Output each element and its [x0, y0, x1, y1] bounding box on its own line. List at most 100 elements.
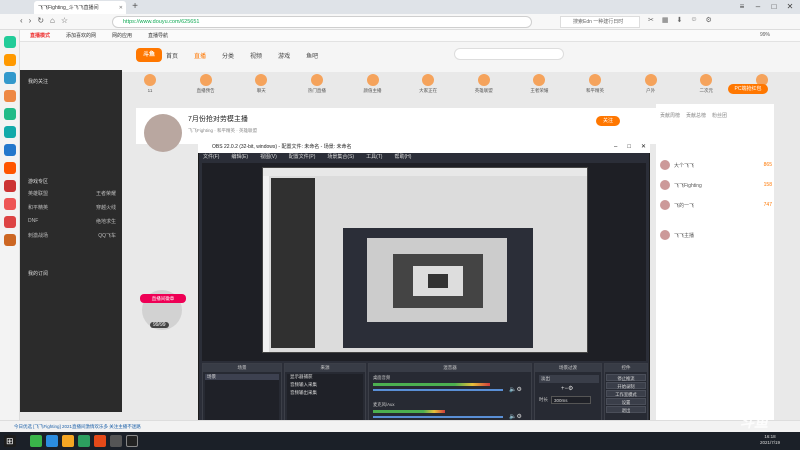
category-item[interactable]: 和平精英 — [581, 74, 609, 104]
tab-weekly[interactable]: 贡献周榜 — [660, 112, 680, 119]
maximize-icon[interactable]: □ — [766, 0, 782, 14]
taskbar-clock[interactable]: 16:18 2021/7/19 — [760, 434, 780, 446]
app-icon[interactable] — [46, 435, 58, 447]
bookmark-item[interactable]: 直播导航 — [148, 32, 168, 39]
settings-button[interactable]: 设置 — [606, 398, 646, 405]
scissors-icon[interactable]: ✂ — [648, 16, 654, 24]
sidebar-heading[interactable]: 我的订阅 — [28, 270, 48, 277]
app-icon[interactable] — [4, 90, 16, 102]
home-icon[interactable]: ⌂ — [50, 16, 55, 25]
nav-item[interactable]: 直播 — [194, 51, 206, 60]
streamer-avatar[interactable] — [144, 114, 182, 152]
duration-input[interactable]: 300ms — [551, 396, 591, 404]
follow-button[interactable]: 关注 — [596, 116, 620, 126]
settings-icon[interactable]: ⚙ — [706, 16, 712, 24]
category-item[interactable]: 大家正在 — [414, 74, 442, 104]
folder-icon[interactable] — [62, 435, 74, 447]
nav-item[interactable]: 游戏 — [278, 51, 290, 60]
app-icon[interactable] — [4, 216, 16, 228]
app-icon[interactable] — [4, 162, 16, 174]
app-icon[interactable] — [4, 234, 16, 246]
speaker-icon[interactable]: 🔈⚙ — [509, 413, 522, 420]
obs-preview-canvas[interactable] — [262, 167, 588, 353]
close-icon[interactable]: ✕ — [641, 142, 646, 153]
forward-icon[interactable]: › — [29, 16, 32, 25]
tab-fans[interactable]: 粉丝团 — [712, 112, 727, 119]
sidebar-item[interactable]: 刺激战场 — [28, 232, 48, 239]
nav-item[interactable]: 视频 — [250, 51, 262, 60]
transition-select[interactable]: 淡出 — [539, 375, 599, 383]
menu-item[interactable]: 编辑(E) — [231, 153, 248, 162]
app-icon[interactable] — [4, 108, 16, 120]
sidebar-item[interactable]: 王者荣耀 — [96, 190, 116, 197]
category-item[interactable]: 二次元 — [692, 74, 720, 104]
source-item[interactable]: 音频输入采集 — [290, 382, 317, 388]
douyu-logo[interactable]: 斗鱼 — [136, 48, 162, 62]
bookmark-item[interactable]: 直播模式 — [30, 32, 50, 39]
windows-start-icon[interactable]: ⊞ — [4, 435, 16, 447]
transition-toolbar[interactable]: +−⚙ — [561, 385, 573, 392]
browser-icon[interactable] — [78, 435, 90, 447]
sidebar-heading[interactable]: 我的关注 — [28, 78, 48, 85]
menu-item[interactable]: 工具(T) — [366, 153, 382, 162]
source-item[interactable]: 音频输出采集 — [290, 390, 317, 396]
menu-item[interactable]: 场景集合(S) — [327, 153, 354, 162]
sidebar-item[interactable]: 绝地求生 — [96, 218, 116, 225]
menu-item[interactable]: 配置文件(P) — [289, 153, 316, 162]
pc-red-packet-badge[interactable]: PC端抢红包 — [728, 84, 768, 94]
sidebar-item[interactable]: QQ飞车 — [98, 232, 116, 239]
sidebar-row[interactable]: DNF 绝地求生 — [28, 218, 116, 225]
app-icon[interactable] — [110, 435, 122, 447]
sidebar-row[interactable]: 英雄联盟 王者荣耀 — [28, 190, 116, 197]
new-tab-button[interactable]: + — [129, 1, 141, 13]
rank-row[interactable]: 飞飞Fighting 158 — [660, 178, 772, 192]
app-icon[interactable] — [4, 144, 16, 156]
sidebar-item[interactable]: 穿越火线 — [96, 204, 116, 211]
speaker-icon[interactable]: 🔈⚙ — [509, 386, 522, 393]
scene-item[interactable]: 场景 — [205, 374, 279, 380]
url-input[interactable]: https://www.douyu.com/625651 — [112, 16, 532, 28]
source-item[interactable]: 显示器捕获 — [290, 374, 313, 380]
minimize-icon[interactable]: – — [614, 142, 617, 153]
browser-tab[interactable]: 飞飞Fighting_斗飞飞直播间 ✕ — [34, 1, 126, 14]
stop-streaming-button[interactable]: 停止推流 — [606, 374, 646, 381]
scenes-list[interactable]: 场景 — [205, 374, 279, 422]
exit-button[interactable]: 退出 — [606, 406, 646, 413]
app-icon[interactable] — [4, 180, 16, 192]
star-icon[interactable]: ☆ — [61, 16, 68, 25]
minimize-icon[interactable]: – — [750, 0, 766, 14]
tab-total[interactable]: 贡献总榜 — [686, 112, 706, 119]
nav-item[interactable]: 首页 — [166, 51, 178, 60]
volume-slider[interactable] — [373, 416, 503, 418]
star-icon[interactable] — [4, 54, 16, 66]
sidebar-item[interactable]: DNF — [28, 218, 38, 225]
sidebar-row[interactable]: 和平精英 穿越火线 — [28, 204, 116, 211]
category-item[interactable]: 11 — [136, 74, 164, 104]
studio-mode-button[interactable]: 工作室模式 — [606, 390, 646, 397]
obs-title-bar[interactable]: OBS 22.0.2 (32-bit, windows) - 配置文件: 未命名… — [198, 142, 650, 153]
menu-item[interactable]: 文件(F) — [203, 153, 219, 162]
menu-icon[interactable]: ≡ — [734, 0, 750, 14]
nav-item[interactable]: 分类 — [222, 51, 234, 60]
browser-status-bar[interactable]: 今日优选 [飞飞Fighting] 2021直播间激情欢乐多 关注主播不迷路 — [0, 420, 800, 432]
rank-row[interactable]: 飞飞主播 — [660, 228, 772, 242]
sidebar-item[interactable]: 和平精英 — [28, 204, 48, 211]
category-item[interactable]: 王者荣耀 — [525, 74, 553, 104]
start-recording-button[interactable]: 开始录制 — [606, 382, 646, 389]
menu-item[interactable]: 帮助(H) — [394, 153, 411, 162]
app-icon[interactable] — [94, 435, 106, 447]
category-item[interactable]: 英雄联盟 — [470, 74, 498, 104]
sidebar-item[interactable]: 英雄联盟 — [28, 190, 48, 197]
sidebar-row[interactable]: 刺激战场 QQ飞车 — [28, 232, 116, 239]
category-item[interactable]: 直播预告 — [192, 74, 220, 104]
refresh-icon[interactable]: ↻ — [37, 16, 44, 25]
sidebar-heading[interactable]: 游戏专区 — [28, 178, 48, 185]
app-icon[interactable] — [4, 36, 16, 48]
rank-row[interactable]: 飞的一飞 747 — [660, 198, 772, 212]
close-icon[interactable]: ✕ — [782, 0, 798, 14]
bookmark-item[interactable]: 添加喜欢的网 — [66, 32, 96, 39]
app-icon[interactable] — [4, 198, 16, 210]
bookmark-item[interactable]: 网的应用 — [112, 32, 132, 39]
back-icon[interactable]: ‹ — [20, 16, 23, 25]
category-item[interactable]: 颜值主播 — [359, 74, 387, 104]
